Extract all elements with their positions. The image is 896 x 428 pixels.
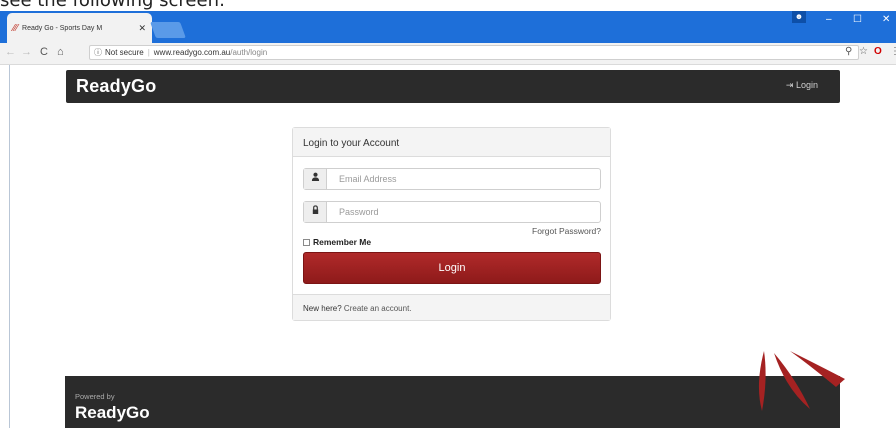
forward-icon[interactable]: → bbox=[21, 46, 32, 58]
favicon-icon: ⁄⁄⁄ bbox=[13, 23, 19, 34]
footer-brand-logo: ReadyGo bbox=[75, 403, 150, 422]
address-separator: | bbox=[147, 48, 150, 57]
nav-login-link[interactable]: ⇥ Login bbox=[786, 80, 818, 91]
user-icon bbox=[304, 169, 327, 189]
tab-title: Ready Go - Sports Day M bbox=[22, 25, 103, 32]
new-here-text: New here? bbox=[303, 304, 342, 313]
page-edge bbox=[9, 65, 10, 428]
nav-login-label: Login bbox=[795, 80, 818, 90]
swoosh-logo-icon bbox=[758, 351, 845, 411]
email-input[interactable] bbox=[339, 174, 589, 184]
url-host: www.readygo.com.au bbox=[153, 48, 231, 57]
password-field[interactable] bbox=[303, 201, 601, 223]
remember-label: Remember Me bbox=[313, 237, 372, 247]
login-button[interactable]: Login bbox=[303, 252, 601, 284]
security-label: Not secure bbox=[105, 48, 144, 57]
bookmark-star-icon[interactable]: ☆ bbox=[859, 46, 868, 57]
url-path: /auth/login bbox=[230, 48, 268, 57]
tab-close-icon[interactable]: ✕ bbox=[138, 23, 146, 34]
browser-toolbar: ← → C ⌂ ⓘ Not secure | www.readygo.com.a… bbox=[0, 43, 896, 65]
forgot-password-link[interactable]: Forgot Password? bbox=[532, 226, 601, 236]
extension-icon[interactable]: ⚲ bbox=[845, 46, 852, 57]
login-panel: Login to your Account Forgot Password? R… bbox=[292, 127, 611, 321]
browser-tab[interactable]: ⁄⁄⁄ Ready Go - Sports Day M ✕ bbox=[7, 13, 152, 44]
remember-checkbox[interactable] bbox=[303, 238, 310, 246]
maximize-button[interactable]: ☐ bbox=[853, 14, 862, 25]
address-bar[interactable]: ⓘ Not secure | www.readygo.com.au/auth/l… bbox=[89, 45, 859, 60]
create-account-link[interactable]: Create an account. bbox=[344, 304, 412, 313]
reload-icon[interactable]: C bbox=[40, 46, 48, 58]
remember-me[interactable]: Remember Me bbox=[303, 237, 371, 247]
user-profile-icon[interactable]: ☻ bbox=[792, 11, 806, 23]
panel-title: Login to your Account bbox=[293, 128, 610, 157]
login-icon: ⇥ bbox=[785, 80, 794, 90]
email-field[interactable] bbox=[303, 168, 601, 190]
home-icon[interactable]: ⌂ bbox=[57, 46, 64, 58]
app-navbar: ReadyGo ⇥ Login bbox=[66, 70, 840, 103]
menu-icon[interactable]: ⋮ bbox=[890, 46, 896, 57]
brand-logo[interactable]: ReadyGo bbox=[76, 76, 156, 97]
panel-footer: New here? Create an account. bbox=[293, 294, 610, 320]
lock-icon bbox=[304, 202, 327, 222]
back-icon[interactable]: ← bbox=[5, 46, 16, 58]
powered-by-label: Powered by bbox=[75, 392, 115, 401]
minimize-button[interactable]: – bbox=[826, 14, 832, 25]
new-tab-button[interactable] bbox=[150, 22, 186, 38]
info-icon[interactable]: ⓘ bbox=[94, 47, 102, 58]
password-input[interactable] bbox=[339, 207, 589, 217]
opera-icon[interactable]: O bbox=[874, 46, 882, 57]
close-window-button[interactable]: ✕ bbox=[882, 14, 890, 25]
page-footer: Powered by ReadyGo bbox=[65, 376, 840, 428]
